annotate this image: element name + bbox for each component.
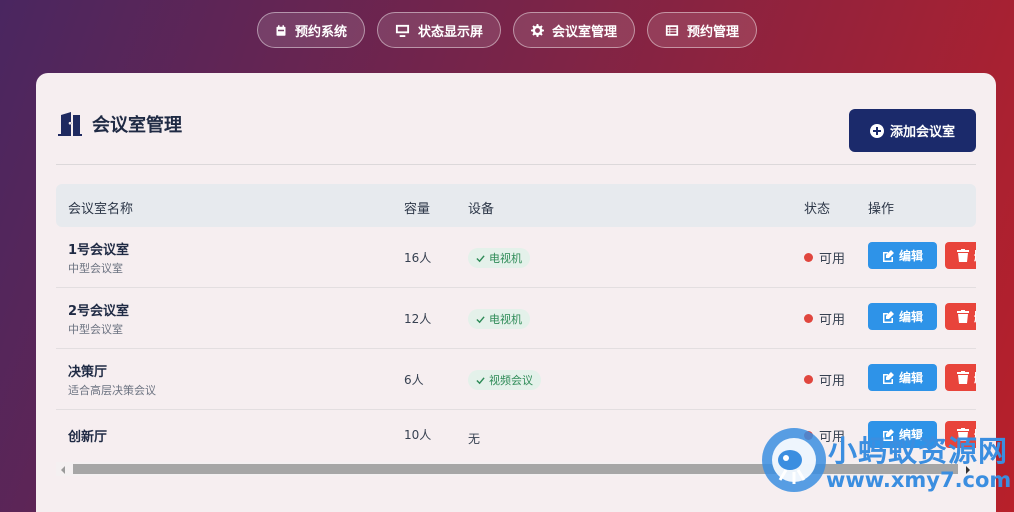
nav-booking-management[interactable]: 预约管理 xyxy=(647,12,757,48)
room-desc: 中型会议室 xyxy=(68,323,123,336)
scroll-left-icon[interactable] xyxy=(61,466,65,474)
check-icon xyxy=(476,254,485,262)
check-icon xyxy=(476,376,485,384)
room-desc: 中型会议室 xyxy=(68,262,123,275)
delete-button[interactable]: 删除 xyxy=(945,421,976,448)
trash-icon xyxy=(957,310,969,323)
col-header-actions: 操作 xyxy=(868,202,895,217)
room-capacity: 12人 xyxy=(404,312,432,326)
room-capacity: 16人 xyxy=(404,251,432,265)
col-header-equipment: 设备 xyxy=(468,202,495,217)
table-row: 2号会议室 中型会议室 12人 电视机 可用 编辑 删除 xyxy=(56,288,976,349)
door-icon xyxy=(58,112,82,136)
room-capacity: 10人 xyxy=(404,428,432,442)
col-header-name: 会议室名称 xyxy=(68,202,134,217)
edit-icon xyxy=(882,371,894,384)
equipment-tag: 电视机 xyxy=(468,248,530,268)
delete-button[interactable]: 删除 xyxy=(945,303,976,330)
plus-circle-icon xyxy=(869,123,884,138)
room-capacity: 6人 xyxy=(404,373,424,387)
equipment-none: 无 xyxy=(468,432,481,446)
status-badge: 可用 xyxy=(804,370,845,389)
status-text: 可用 xyxy=(819,252,846,267)
delete-label: 删除 xyxy=(974,369,976,386)
monitor-icon xyxy=(395,24,410,37)
nav-label: 会议室管理 xyxy=(551,24,617,40)
scroll-right-icon[interactable] xyxy=(966,466,970,474)
status-dot xyxy=(804,431,813,440)
edit-label: 编辑 xyxy=(898,249,923,263)
status-dot xyxy=(804,314,813,323)
add-room-label: 添加会议室 xyxy=(889,125,955,140)
equipment-tag: 电视机 xyxy=(468,309,530,329)
status-text: 可用 xyxy=(819,374,846,389)
status-dot xyxy=(804,253,813,262)
page-title: 会议室管理 xyxy=(56,111,182,137)
edit-icon xyxy=(882,428,894,441)
col-header-status: 状态 xyxy=(804,202,831,217)
status-text: 可用 xyxy=(819,313,846,328)
status-badge: 可用 xyxy=(804,426,845,445)
trash-icon xyxy=(957,249,969,262)
edit-icon xyxy=(882,310,894,323)
nav-status-display[interactable]: 状态显示屏 xyxy=(377,12,501,48)
room-management-card: 会议室管理 添加会议室 会议室名称 容量 设备 状态 操作 1号会议室 中型会议… xyxy=(36,73,996,512)
list-icon xyxy=(665,24,679,36)
equipment-tag: 视频会议 xyxy=(468,370,541,390)
status-badge: 可用 xyxy=(804,309,845,328)
page-title-text: 会议室管理 xyxy=(92,115,182,136)
room-name: 决策厅 xyxy=(68,365,108,380)
equipment-label: 电视机 xyxy=(489,252,522,265)
scrollbar-thumb[interactable] xyxy=(73,464,958,474)
room-desc: 适合高层决策会议 xyxy=(68,384,156,397)
delete-label: 删除 xyxy=(974,308,976,325)
edit-button[interactable]: 编辑 xyxy=(868,242,937,269)
nav-room-management[interactable]: 会议室管理 xyxy=(513,12,635,48)
gear-icon xyxy=(531,23,544,37)
nav-label: 预约系统 xyxy=(294,24,347,40)
room-name: 2号会议室 xyxy=(68,304,130,319)
delete-button[interactable]: 删除 xyxy=(945,242,976,269)
delete-label: 删除 xyxy=(974,426,976,443)
trash-icon xyxy=(957,371,969,384)
status-text: 可用 xyxy=(819,430,846,445)
trash-icon xyxy=(957,428,969,441)
table-row: 决策厅 适合高层决策会议 6人 视频会议 可用 编辑 删除 xyxy=(56,349,976,410)
edit-button[interactable]: 编辑 xyxy=(868,364,937,391)
equipment-label: 电视机 xyxy=(489,313,522,326)
edit-label: 编辑 xyxy=(898,310,923,324)
status-badge: 可用 xyxy=(804,248,845,267)
nav-label: 状态显示屏 xyxy=(417,24,483,40)
edit-button[interactable]: 编辑 xyxy=(868,303,937,330)
calendar-icon xyxy=(276,24,286,36)
equipment-label: 视频会议 xyxy=(489,374,533,387)
col-header-capacity: 容量 xyxy=(404,202,431,217)
edit-icon xyxy=(882,249,894,262)
rooms-table: 会议室名称 容量 设备 状态 操作 1号会议室 中型会议室 16人 电视机 可用… xyxy=(56,184,976,474)
edit-button[interactable]: 编辑 xyxy=(868,421,937,448)
delete-label: 删除 xyxy=(974,247,976,264)
edit-label: 编辑 xyxy=(898,428,923,442)
room-name: 1号会议室 xyxy=(68,243,130,258)
room-name: 创新厅 xyxy=(68,430,108,445)
horizontal-scrollbar[interactable] xyxy=(56,462,976,476)
edit-label: 编辑 xyxy=(898,371,923,385)
check-icon xyxy=(476,315,485,323)
table-row: 1号会议室 中型会议室 16人 电视机 可用 编辑 删除 xyxy=(56,227,976,288)
top-nav: 预约系统 状态显示屏 会议室管理 预约管理 xyxy=(0,12,1014,48)
table-header: 会议室名称 容量 设备 状态 操作 xyxy=(56,184,976,227)
delete-button[interactable]: 删除 xyxy=(945,364,976,391)
add-room-button[interactable]: 添加会议室 xyxy=(849,109,976,152)
nav-booking-system[interactable]: 预约系统 xyxy=(257,12,365,48)
card-header: 会议室管理 添加会议室 xyxy=(56,109,976,165)
nav-label: 预约管理 xyxy=(686,24,739,40)
status-dot xyxy=(804,375,813,384)
